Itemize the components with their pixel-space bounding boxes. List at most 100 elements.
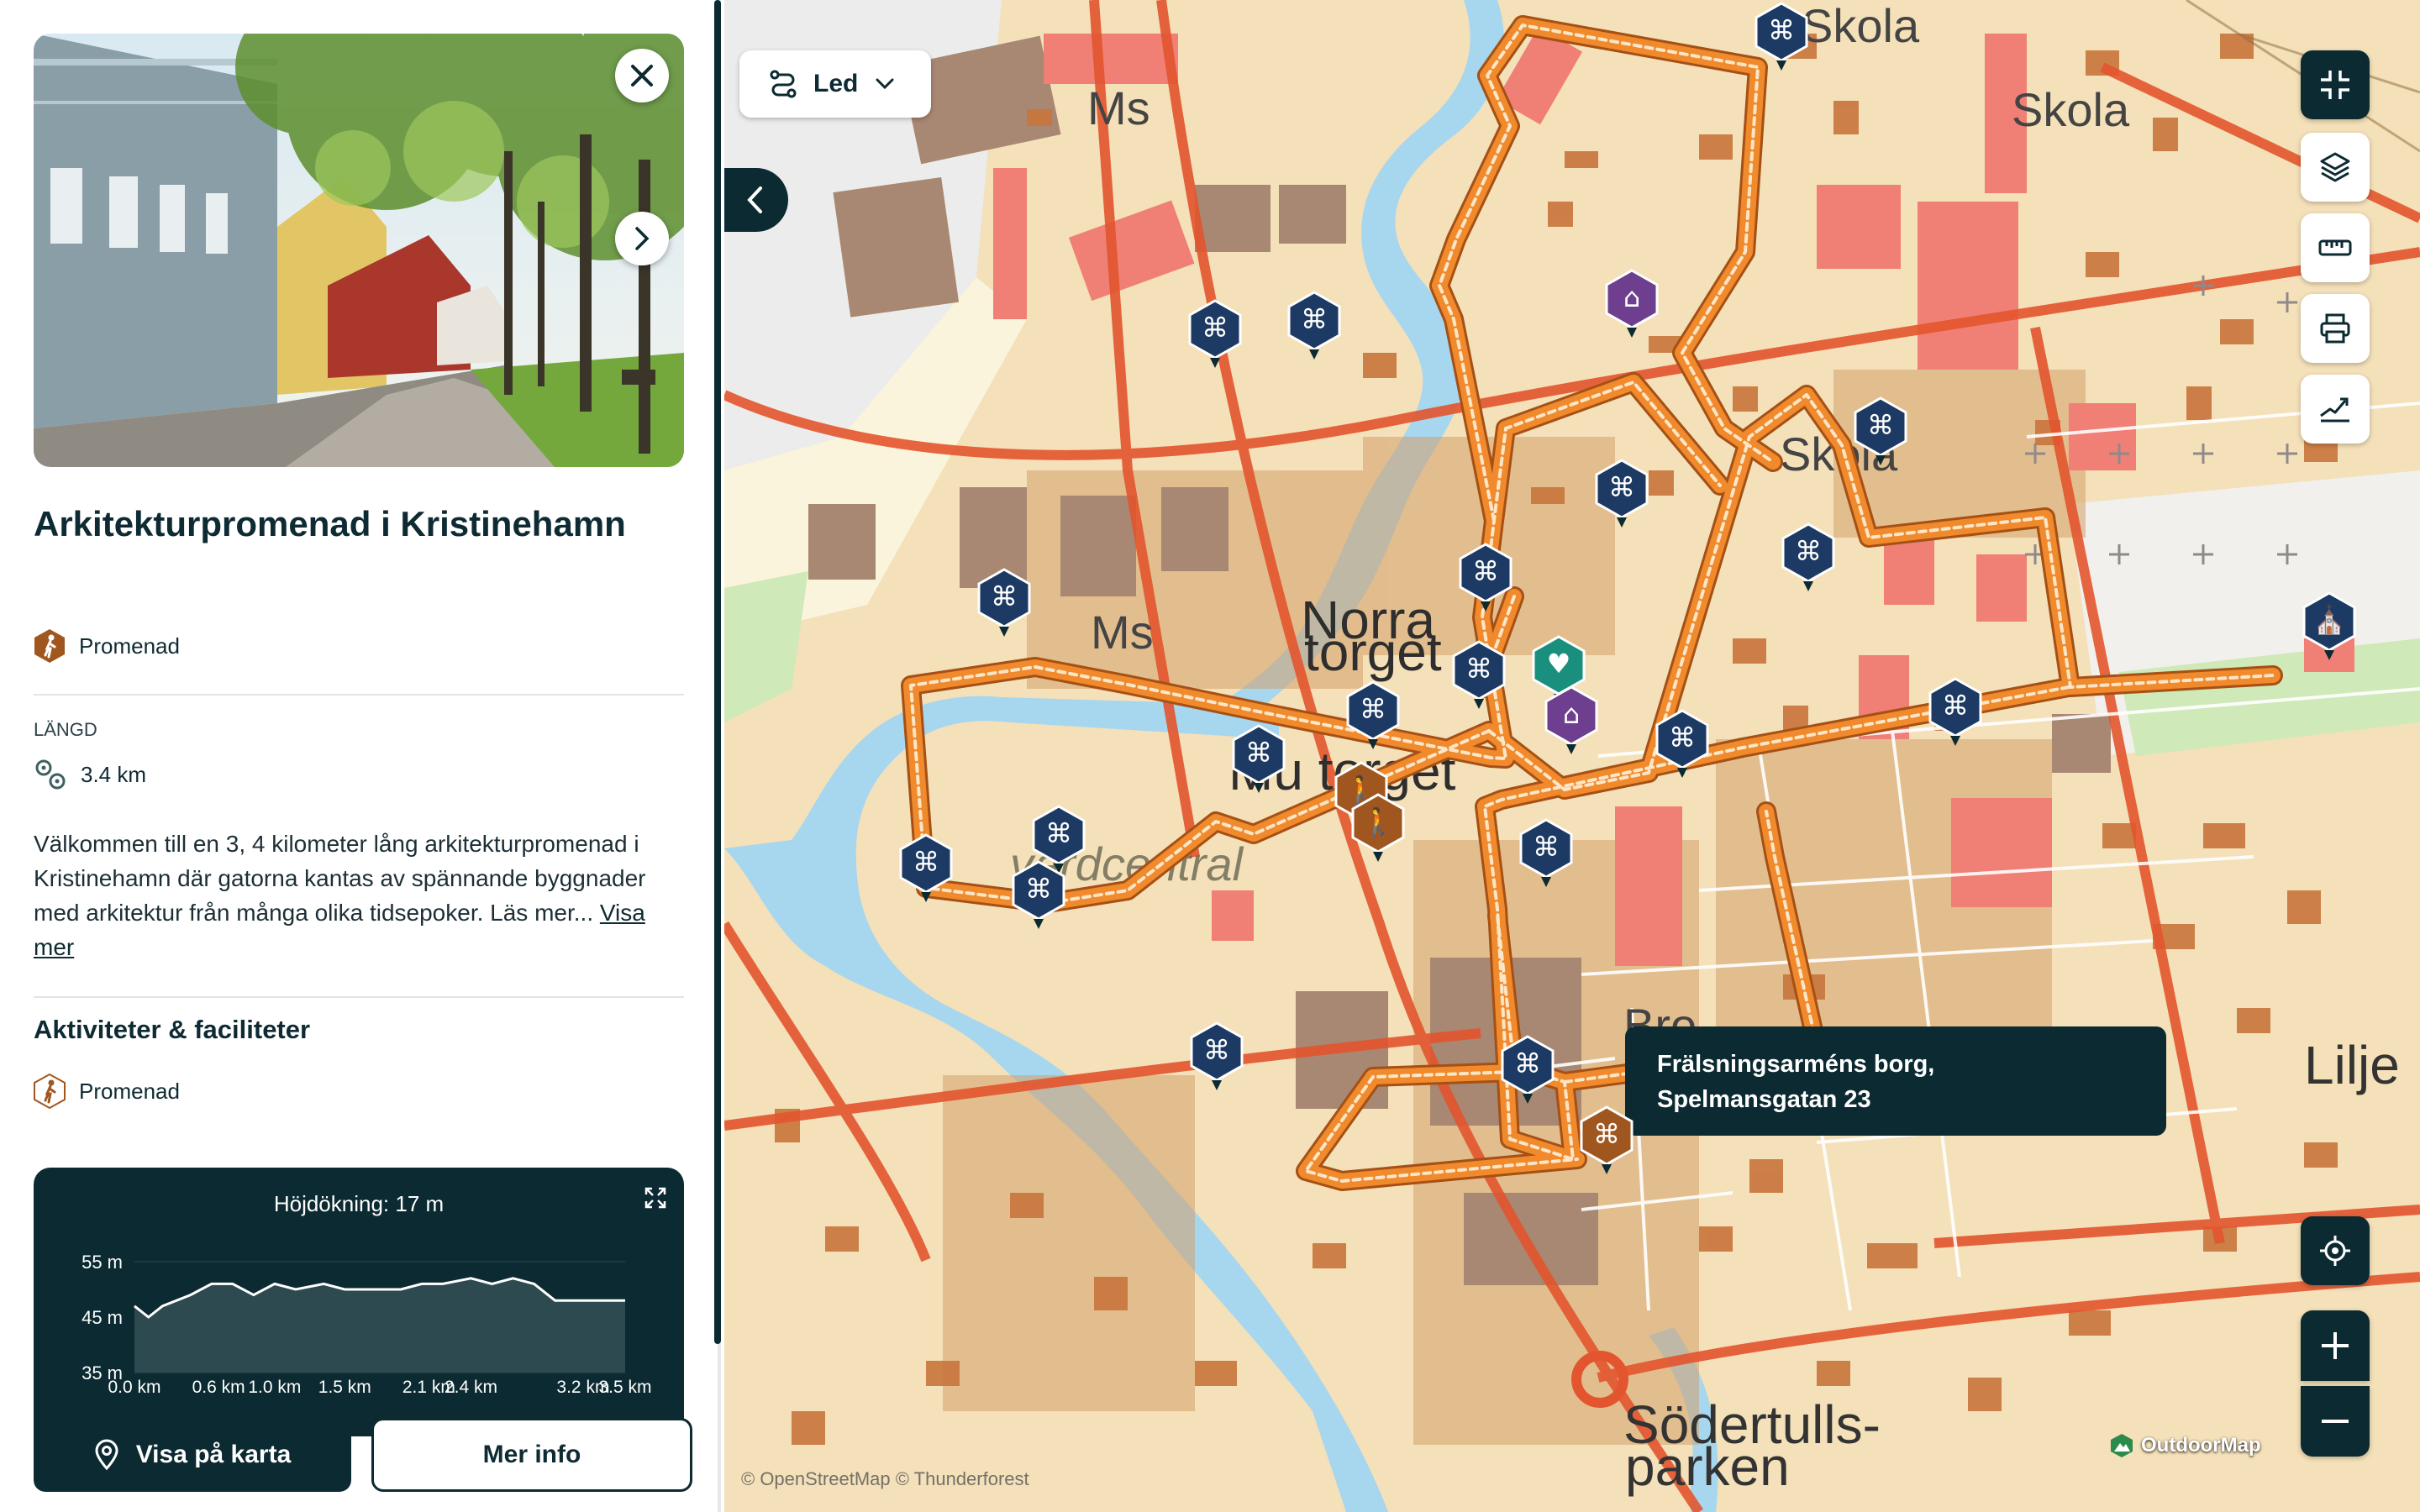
tooltip-line: Frälsningsarméns borg, bbox=[1657, 1051, 1935, 1078]
pulse-icon: ♥ bbox=[1546, 648, 1571, 680]
command-icon: ⌘ bbox=[1867, 409, 1894, 441]
command-icon: ⌘ bbox=[1795, 535, 1822, 567]
poi-marker[interactable]: ⌘ bbox=[1854, 396, 1907, 467]
poi-marker[interactable]: ⌘ bbox=[1928, 677, 1982, 748]
collapse-icon bbox=[2321, 71, 2349, 99]
bed-icon: ⌂ bbox=[1562, 698, 1581, 730]
more-info-label: Mer info bbox=[482, 1441, 581, 1468]
expand-icon[interactable] bbox=[644, 1186, 667, 1210]
sidebar: Arkitekturpromenad i Kristinehamn Promen… bbox=[0, 0, 721, 1512]
length-value: 3.4 km bbox=[81, 761, 147, 787]
route-selector[interactable]: Led bbox=[739, 50, 931, 118]
fullscreen-exit-button[interactable] bbox=[2301, 50, 2370, 119]
measure-button[interactable] bbox=[2301, 213, 2370, 282]
poi-marker[interactable]: ⌘ bbox=[1595, 459, 1649, 529]
elevation-title: Höjdökning: 17 m bbox=[273, 1191, 445, 1216]
poi-marker[interactable]: ⌘ bbox=[1781, 522, 1835, 593]
command-icon: ⌘ bbox=[1203, 1034, 1230, 1066]
hero-photo bbox=[34, 34, 684, 467]
bed-icon: ⌂ bbox=[1623, 281, 1641, 313]
layers-icon bbox=[2320, 152, 2350, 182]
map-attribution: © OpenStreetMap © Thunderforest bbox=[741, 1468, 1029, 1489]
route-selector-label: Led bbox=[813, 70, 859, 97]
command-icon: ⌘ bbox=[1608, 471, 1635, 503]
zoom-out-button[interactable] bbox=[2301, 1386, 2370, 1457]
command-icon: ⌘ bbox=[913, 846, 939, 878]
map-label-skola: Skola bbox=[2012, 83, 2130, 136]
print-button[interactable] bbox=[2301, 294, 2370, 363]
command-icon: ⌘ bbox=[1025, 873, 1052, 905]
poi-marker[interactable]: ⌘ bbox=[1188, 299, 1242, 370]
poi-marker[interactable]: ⌘ bbox=[977, 568, 1031, 638]
walking-icon bbox=[34, 628, 66, 664]
poi-marker[interactable]: ⌘ bbox=[1501, 1035, 1555, 1105]
poi-marker[interactable]: ⌘ bbox=[1754, 2, 1808, 72]
poi-marker[interactable]: ⌘ bbox=[1655, 709, 1709, 780]
collapse-sidebar-button[interactable] bbox=[724, 168, 788, 232]
outdoormap-logo-text: OutdoorMap bbox=[2141, 1434, 2261, 1457]
poi-marker[interactable]: ⌘ bbox=[899, 833, 953, 904]
command-icon: ⌘ bbox=[1465, 653, 1492, 685]
church-icon: ⛪ bbox=[2312, 604, 2346, 636]
activity-type: Promenad bbox=[34, 628, 180, 664]
length-row: 3.4 km bbox=[34, 758, 146, 791]
map-pin-icon bbox=[95, 1439, 118, 1471]
elevation-area bbox=[134, 1278, 625, 1373]
divider bbox=[34, 996, 684, 998]
poi-marker[interactable]: ⌘ bbox=[1012, 860, 1065, 931]
sidebar-scrollbar[interactable] bbox=[714, 0, 721, 1344]
poi-marker-selected[interactable]: ⌘ bbox=[1580, 1105, 1634, 1176]
x-tick-label: 2.4 km bbox=[445, 1378, 497, 1397]
command-icon: ⌘ bbox=[1472, 555, 1499, 587]
facility-item: Promenad bbox=[34, 1074, 180, 1109]
command-icon: ⌘ bbox=[1045, 817, 1072, 849]
description-text: Välkommen till en 3, 4 kilometer lång ar… bbox=[34, 831, 646, 926]
command-icon: ⌘ bbox=[1942, 690, 1969, 722]
chevron-down-icon bbox=[876, 78, 894, 90]
command-icon: ⌘ bbox=[1514, 1047, 1541, 1079]
outdoormap-logo-icon bbox=[2111, 1434, 2133, 1457]
command-icon: ⌘ bbox=[1669, 722, 1696, 753]
map-label-torget: torget bbox=[1304, 622, 1442, 682]
locate-button[interactable] bbox=[2301, 1216, 2370, 1285]
hotel-marker[interactable]: ⌂ bbox=[1605, 269, 1659, 339]
poi-marker[interactable]: ⌘ bbox=[1190, 1021, 1244, 1092]
elevation-button[interactable] bbox=[2301, 375, 2370, 444]
hotel-marker[interactable]: ⌂ bbox=[1544, 685, 1598, 756]
minus-icon bbox=[2322, 1420, 2349, 1423]
layers-button[interactable] bbox=[2301, 133, 2370, 202]
page-title: Arkitekturpromenad i Kristinehamn bbox=[34, 504, 626, 543]
poi-marker[interactable]: ⌘ bbox=[1346, 680, 1400, 751]
ruler-icon bbox=[2318, 239, 2352, 256]
description: Välkommen till en 3, 4 kilometer lång ar… bbox=[34, 827, 689, 964]
facility-label: Promenad bbox=[79, 1078, 180, 1104]
facilities-heading: Aktiviteter & faciliteter bbox=[34, 1015, 311, 1044]
printer-icon bbox=[2320, 313, 2350, 344]
poi-marker[interactable]: ⌘ bbox=[1232, 724, 1286, 795]
zoom-in-button[interactable] bbox=[2301, 1310, 2370, 1381]
crosshair-icon bbox=[2320, 1236, 2350, 1266]
map-label-ms: Ms bbox=[1091, 606, 1154, 659]
map-label-lilje: Lilje bbox=[2304, 1035, 2400, 1095]
more-info-button[interactable]: Mer info bbox=[371, 1418, 692, 1492]
next-image-button[interactable] bbox=[615, 212, 669, 265]
close-button[interactable] bbox=[615, 49, 669, 102]
map-view[interactable]: Norra torget Mu torget vårdcentral Skola… bbox=[724, 0, 2420, 1512]
command-icon: ⌘ bbox=[1245, 737, 1272, 769]
y-tick-label: 45 m bbox=[82, 1307, 123, 1328]
command-icon: ⌘ bbox=[1360, 693, 1386, 725]
show-on-map-button[interactable]: Visa på karta bbox=[34, 1418, 351, 1492]
command-icon: ⌘ bbox=[1202, 312, 1228, 344]
walking-marker[interactable]: 🚶 bbox=[1351, 793, 1405, 864]
command-icon: ⌘ bbox=[1301, 303, 1328, 335]
map-label-skola: Skola bbox=[1802, 0, 1920, 52]
poi-marker[interactable]: ⌘ bbox=[1452, 640, 1506, 711]
poi-marker[interactable]: ⌘ bbox=[1519, 818, 1573, 889]
poi-marker[interactable]: ⌘ bbox=[1459, 543, 1512, 613]
command-icon: ⌘ bbox=[1593, 1118, 1620, 1150]
walking-icon: 🚶 bbox=[1361, 806, 1395, 837]
church-marker[interactable]: ⛪ bbox=[2302, 591, 2356, 662]
length-label: LÄNGD bbox=[34, 719, 97, 740]
poi-marker[interactable]: ⌘ bbox=[1287, 291, 1341, 361]
command-icon: ⌘ bbox=[1768, 14, 1795, 46]
